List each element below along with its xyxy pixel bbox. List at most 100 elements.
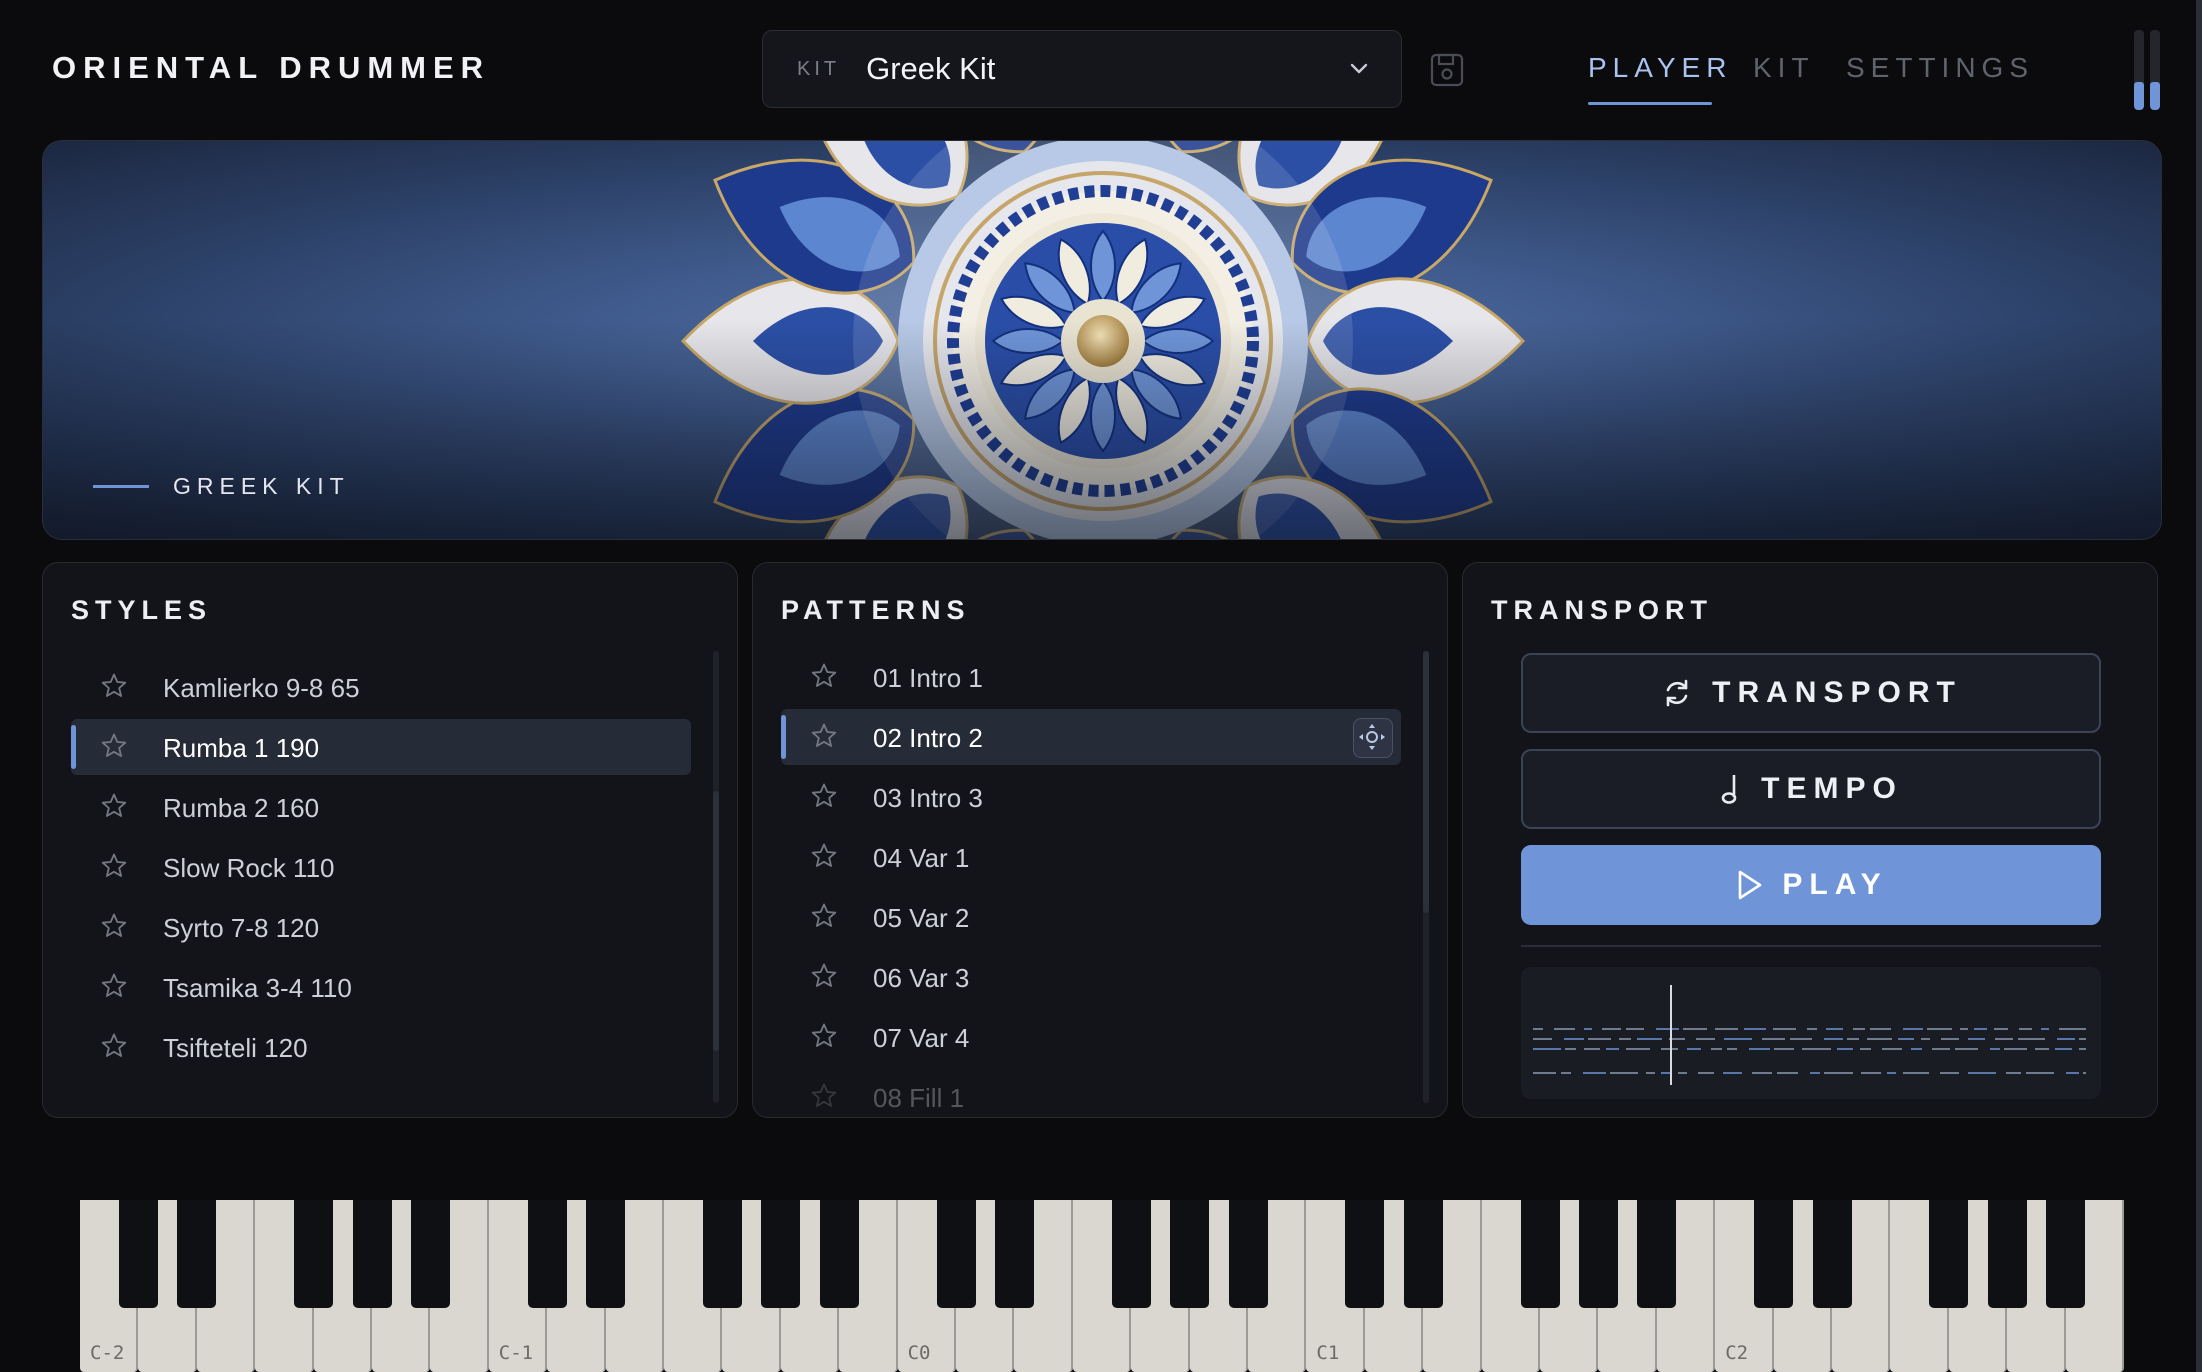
star-icon[interactable] bbox=[809, 661, 839, 691]
transport-panel: TRANSPORT TRANSPORT TEMPO PLAY bbox=[1462, 562, 2158, 1118]
pattern-row[interactable]: 01 Intro 1 bbox=[781, 649, 1401, 705]
star-icon[interactable] bbox=[99, 971, 129, 1001]
save-icon[interactable] bbox=[1428, 50, 1466, 90]
kit-banner: GREEK KIT bbox=[42, 140, 2162, 540]
piano-keyboard[interactable]: C-2 C-1 C0 C1 C2 bbox=[80, 1200, 2124, 1372]
patterns-list: 01 Intro 1 02 Intro 2 03 Intro 3 04 Var 1 05… bbox=[781, 649, 1401, 1113]
star-icon[interactable] bbox=[99, 851, 129, 881]
black-key[interactable] bbox=[1929, 1200, 1969, 1308]
black-key[interactable] bbox=[1520, 1200, 1560, 1308]
style-row[interactable]: Tsifteteli 120 bbox=[71, 1019, 691, 1075]
black-key[interactable] bbox=[761, 1200, 801, 1308]
style-row[interactable]: Syrto 7-8 120 bbox=[71, 899, 691, 955]
banner-label: GREEK KIT bbox=[93, 473, 350, 500]
pattern-row[interactable]: 03 Intro 3 bbox=[781, 769, 1401, 825]
star-icon[interactable] bbox=[99, 791, 129, 821]
style-row[interactable]: Slow Rock 110 bbox=[71, 839, 691, 895]
black-key[interactable] bbox=[819, 1200, 859, 1308]
black-key[interactable] bbox=[1403, 1200, 1443, 1308]
patterns-scroll-thumb[interactable] bbox=[1423, 651, 1429, 913]
pattern-label: 03 Intro 3 bbox=[873, 783, 983, 813]
black-key[interactable] bbox=[2046, 1200, 2086, 1308]
black-key[interactable] bbox=[527, 1200, 567, 1308]
window-scrollbar[interactable] bbox=[2196, 0, 2202, 1372]
style-label: Slow Rock 110 bbox=[163, 853, 335, 883]
play-icon bbox=[1739, 870, 1762, 900]
transport-divider bbox=[1521, 945, 2101, 947]
pattern-label: 04 Var 1 bbox=[873, 843, 970, 873]
patterns-scrollbar[interactable] bbox=[1423, 651, 1429, 1103]
transport-button[interactable]: TRANSPORT bbox=[1521, 653, 2101, 733]
drag-handle[interactable] bbox=[1353, 718, 1393, 758]
black-key[interactable] bbox=[1812, 1200, 1852, 1308]
pattern-row[interactable]: 08 Fill 1 bbox=[781, 1069, 1401, 1117]
tab-kit[interactable]: KIT bbox=[1753, 52, 1815, 84]
black-key[interactable] bbox=[294, 1200, 334, 1308]
drag-icon bbox=[1359, 724, 1385, 750]
pattern-label: 07 Var 4 bbox=[873, 1023, 970, 1053]
black-key[interactable] bbox=[586, 1200, 626, 1308]
star-icon[interactable] bbox=[809, 781, 839, 811]
kit-select[interactable]: KIT Greek Kit bbox=[762, 30, 1402, 108]
pattern-row[interactable]: 06 Var 3 bbox=[781, 949, 1401, 1005]
star-icon[interactable] bbox=[809, 1021, 839, 1051]
pattern-row[interactable]: 04 Var 1 bbox=[781, 829, 1401, 885]
star-icon[interactable] bbox=[99, 671, 129, 701]
styles-scroll-thumb[interactable] bbox=[713, 791, 719, 1051]
black-key[interactable] bbox=[702, 1200, 742, 1308]
star-icon[interactable] bbox=[809, 901, 839, 931]
black-key[interactable] bbox=[1987, 1200, 2027, 1308]
active-tab-indicator bbox=[1588, 102, 1712, 105]
tempo-button-label: TEMPO bbox=[1761, 772, 1903, 805]
black-key[interactable] bbox=[1170, 1200, 1210, 1308]
black-key[interactable] bbox=[1345, 1200, 1385, 1308]
tab-player[interactable]: PLAYER bbox=[1588, 52, 1732, 84]
octave-label: C-2 bbox=[90, 1342, 125, 1364]
octave-label: C0 bbox=[907, 1342, 931, 1364]
kit-select-tag: KIT bbox=[797, 57, 841, 80]
black-key[interactable] bbox=[936, 1200, 976, 1308]
black-key[interactable] bbox=[1578, 1200, 1618, 1308]
star-icon[interactable] bbox=[809, 1081, 839, 1111]
level-meter-right bbox=[2150, 30, 2160, 110]
black-key[interactable] bbox=[352, 1200, 392, 1308]
style-row[interactable]: Tsamika 3-4 110 bbox=[71, 959, 691, 1015]
tab-settings[interactable]: SETTINGS bbox=[1846, 52, 2034, 84]
kit-select-value: Greek Kit bbox=[866, 51, 996, 86]
style-row[interactable]: Kamlierko 9-8 65 bbox=[71, 659, 691, 715]
pattern-label: 02 Intro 2 bbox=[873, 723, 983, 753]
note-icon bbox=[1721, 775, 1737, 804]
pattern-row[interactable]: 07 Var 4 bbox=[781, 1009, 1401, 1065]
pattern-label: 01 Intro 1 bbox=[873, 663, 983, 693]
black-key[interactable] bbox=[1637, 1200, 1677, 1308]
black-key[interactable] bbox=[118, 1200, 158, 1308]
style-label: Rumba 1 190 bbox=[163, 733, 320, 763]
styles-list: Kamlierko 9-8 65 Rumba 1 190 Rumba 2 160 Sl… bbox=[71, 659, 691, 1099]
star-icon[interactable] bbox=[809, 961, 839, 991]
star-icon[interactable] bbox=[99, 911, 129, 941]
style-row[interactable]: Rumba 1 190 bbox=[71, 719, 691, 775]
black-key[interactable] bbox=[410, 1200, 450, 1308]
tempo-button[interactable]: TEMPO bbox=[1521, 749, 2101, 829]
pattern-row[interactable]: 05 Var 2 bbox=[781, 889, 1401, 945]
style-label: Syrto 7-8 120 bbox=[163, 913, 320, 943]
styles-scrollbar[interactable] bbox=[713, 651, 719, 1103]
star-icon[interactable] bbox=[99, 1031, 129, 1061]
style-label: Kamlierko 9-8 65 bbox=[163, 673, 360, 703]
black-key[interactable] bbox=[994, 1200, 1034, 1308]
black-key[interactable] bbox=[1228, 1200, 1268, 1308]
star-icon[interactable] bbox=[99, 731, 129, 761]
selection-indicator bbox=[71, 725, 76, 769]
star-icon[interactable] bbox=[809, 721, 839, 751]
patterns-title: PATTERNS bbox=[781, 595, 971, 625]
black-key[interactable] bbox=[177, 1200, 217, 1308]
star-icon[interactable] bbox=[809, 841, 839, 871]
black-key[interactable] bbox=[1111, 1200, 1151, 1308]
app-title: ORIENTAL DRUMMER bbox=[52, 50, 491, 85]
play-button[interactable]: PLAY bbox=[1521, 845, 2101, 925]
style-row[interactable]: Rumba 2 160 bbox=[71, 779, 691, 835]
pattern-label: 06 Var 3 bbox=[873, 963, 970, 993]
pattern-preview[interactable] bbox=[1521, 967, 2101, 1099]
black-key[interactable] bbox=[1754, 1200, 1794, 1308]
pattern-row[interactable]: 02 Intro 2 bbox=[781, 709, 1401, 765]
